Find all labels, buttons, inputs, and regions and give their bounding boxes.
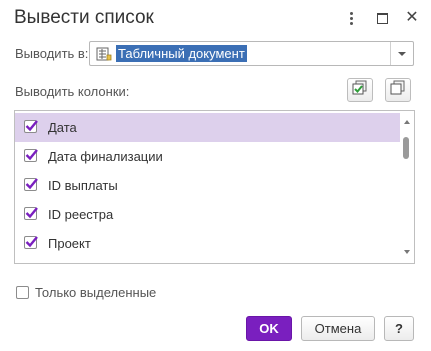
help-button[interactable]: ? <box>384 316 414 341</box>
title-bar: Вывести список ✕ <box>0 0 431 36</box>
vertical-scrollbar[interactable] <box>400 111 414 263</box>
ok-button[interactable]: OK <box>246 316 292 341</box>
output-to-field[interactable]: Табличный документ <box>89 41 414 66</box>
columns-label: Выводить колонки: <box>15 84 130 99</box>
output-to-label: Выводить в: <box>15 46 89 61</box>
check-all-icon <box>352 80 368 101</box>
list-item[interactable]: Дата финализации <box>15 142 400 171</box>
cancel-button[interactable]: Отмена <box>301 316 375 341</box>
checkbox[interactable] <box>24 178 38 191</box>
scrollbar-thumb[interactable] <box>403 137 409 159</box>
spreadsheet-document-icon <box>96 47 112 66</box>
list-item-label: Дата <box>48 120 77 135</box>
window-title: Вывести список <box>14 7 154 28</box>
checkbox[interactable] <box>24 149 38 162</box>
list-item-label: Дата финализации <box>48 149 163 164</box>
scroll-down-icon[interactable] <box>404 250 410 254</box>
maximize-icon[interactable] <box>372 8 392 28</box>
uncheck-all-icon <box>390 80 406 101</box>
chevron-down-icon[interactable] <box>390 42 413 65</box>
list-item-label: ID реестра <box>48 207 114 222</box>
output-to-value: Табличный документ <box>116 45 247 62</box>
more-vertical-icon[interactable] <box>341 8 361 28</box>
list-item[interactable]: ID выплаты <box>15 171 400 200</box>
list-item[interactable]: Дата <box>15 113 400 142</box>
only-selected-label: Только выделенные <box>35 285 157 300</box>
checkbox[interactable] <box>24 120 38 133</box>
check-all-button[interactable] <box>347 78 373 102</box>
checkbox[interactable] <box>24 236 38 249</box>
list-item[interactable]: ID реестра <box>15 200 400 229</box>
close-icon[interactable]: ✕ <box>402 8 422 28</box>
list-item-label: ID выплаты <box>48 178 118 193</box>
uncheck-all-button[interactable] <box>385 78 411 102</box>
columns-list[interactable]: Дата Дата финализации ID выплаты ID реес… <box>14 110 415 264</box>
scroll-up-icon[interactable] <box>404 120 410 124</box>
list-item[interactable]: Проект <box>15 229 400 258</box>
list-item-label: Проект <box>48 236 91 251</box>
checkbox[interactable] <box>24 207 38 220</box>
only-selected-checkbox[interactable] <box>16 286 29 299</box>
